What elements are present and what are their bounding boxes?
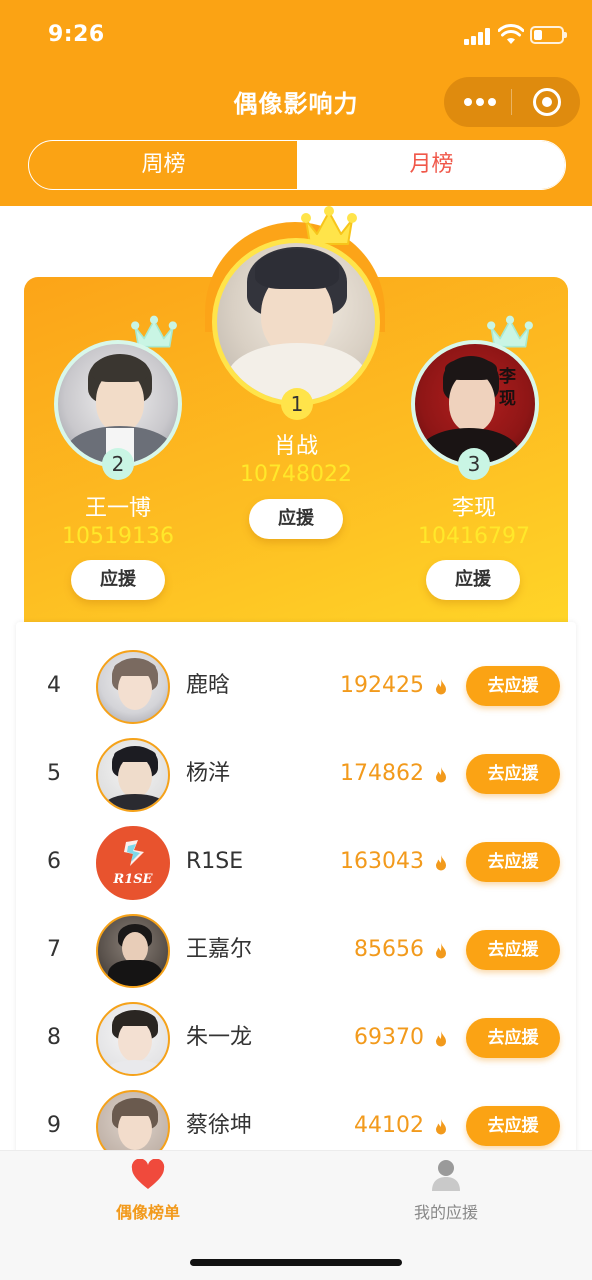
- fire-icon: [436, 767, 446, 783]
- close-miniprogram-icon[interactable]: [533, 88, 561, 116]
- signal-icon: [464, 27, 492, 45]
- go-support-button[interactable]: 去应援: [466, 930, 560, 970]
- battery-icon: [530, 26, 567, 44]
- top-name-3: 李现: [451, 496, 496, 521]
- top-score-1: 10748022: [240, 462, 352, 487]
- list-avatar[interactable]: R1SE: [96, 826, 170, 900]
- list-score: 163043: [340, 849, 424, 874]
- rank-badge-2: 2: [102, 448, 134, 480]
- heart-icon: [131, 1159, 165, 1189]
- group-logo-icon: [124, 840, 144, 866]
- list-item[interactable]: 7 王嘉尔 85656 去应援: [16, 906, 576, 994]
- go-support-button[interactable]: 去应援: [466, 842, 560, 882]
- list-name: 朱一龙: [186, 1025, 253, 1050]
- top-name-2: 王一博: [84, 496, 151, 521]
- list-rank: 5: [47, 761, 61, 786]
- tabbar-label: 我的应援: [413, 1203, 478, 1222]
- list-score: 192425: [340, 673, 424, 698]
- list-avatar[interactable]: [96, 914, 170, 988]
- list-score: 174862: [340, 761, 424, 786]
- go-support-button[interactable]: 去应援: [466, 1106, 560, 1146]
- list-rank: 6: [47, 849, 61, 874]
- miniprogram-capsule: [444, 77, 580, 127]
- go-support-button[interactable]: 去应援: [466, 1018, 560, 1058]
- fire-icon: [436, 679, 446, 695]
- list-rank: 4: [47, 673, 61, 698]
- tabbar-item-my-support[interactable]: 我的应援: [376, 1151, 516, 1231]
- list-item[interactable]: 6 R1SE R1SE 163043 去应援: [16, 818, 576, 906]
- name-stamp: 李现: [499, 367, 516, 409]
- list-item[interactable]: 5 杨洋 174862 去应援: [16, 730, 576, 818]
- status-bar: 9:26: [0, 0, 592, 70]
- header: 9:26 偶像影响力 周榜 月榜: [0, 0, 592, 206]
- list-name: R1SE: [186, 849, 244, 874]
- group-logo-text: R1SE: [113, 872, 153, 887]
- list-avatar[interactable]: [96, 650, 170, 724]
- list-rank: 7: [47, 937, 61, 962]
- top-score-3: 10416797: [418, 524, 530, 549]
- top-name-1: 肖战: [273, 434, 318, 459]
- list-avatar[interactable]: [96, 738, 170, 812]
- list-item[interactable]: 8 朱一龙 69370 去应援: [16, 994, 576, 1082]
- tab-monthly[interactable]: 月榜: [297, 141, 565, 189]
- fire-icon: [436, 855, 446, 871]
- fire-icon: [436, 943, 446, 959]
- avatar-rank-1[interactable]: [212, 238, 380, 406]
- list-score: 69370: [354, 1025, 424, 1050]
- ranking-tabs: 周榜 月榜: [28, 140, 566, 190]
- tabbar-item-ranking[interactable]: 偶像榜单: [78, 1151, 218, 1231]
- ranking-list: 4 鹿晗 192425 去应援 5 杨洋 174862 去应援 6 R1SE R…: [16, 622, 576, 1164]
- support-button-1[interactable]: 应援: [249, 499, 343, 539]
- rank-badge-3: 3: [458, 448, 490, 480]
- list-avatar[interactable]: [96, 1002, 170, 1076]
- tab-weekly[interactable]: 周榜: [29, 141, 298, 189]
- tabbar-label: 偶像榜单: [115, 1203, 180, 1222]
- fire-icon: [436, 1119, 446, 1135]
- list-rank: 8: [47, 1025, 61, 1050]
- list-name: 王嘉尔: [186, 937, 253, 962]
- home-indicator: [190, 1259, 402, 1266]
- list-item[interactable]: 4 鹿晗 192425 去应援: [16, 642, 576, 730]
- go-support-button[interactable]: 去应援: [466, 754, 560, 794]
- rank-badge-1: 1: [281, 388, 313, 420]
- list-score: 85656: [354, 937, 424, 962]
- user-icon: [432, 1160, 460, 1191]
- fire-icon: [436, 1031, 446, 1047]
- status-time: 9:26: [48, 22, 105, 47]
- more-icon[interactable]: [464, 95, 496, 109]
- top-score-2: 10519136: [62, 524, 174, 549]
- wifi-icon: [498, 24, 524, 44]
- support-button-2[interactable]: 应援: [71, 560, 165, 600]
- list-name: 鹿晗: [186, 673, 231, 698]
- list-name: 杨洋: [186, 761, 231, 786]
- support-button-3[interactable]: 应援: [426, 560, 520, 600]
- go-support-button[interactable]: 去应援: [466, 666, 560, 706]
